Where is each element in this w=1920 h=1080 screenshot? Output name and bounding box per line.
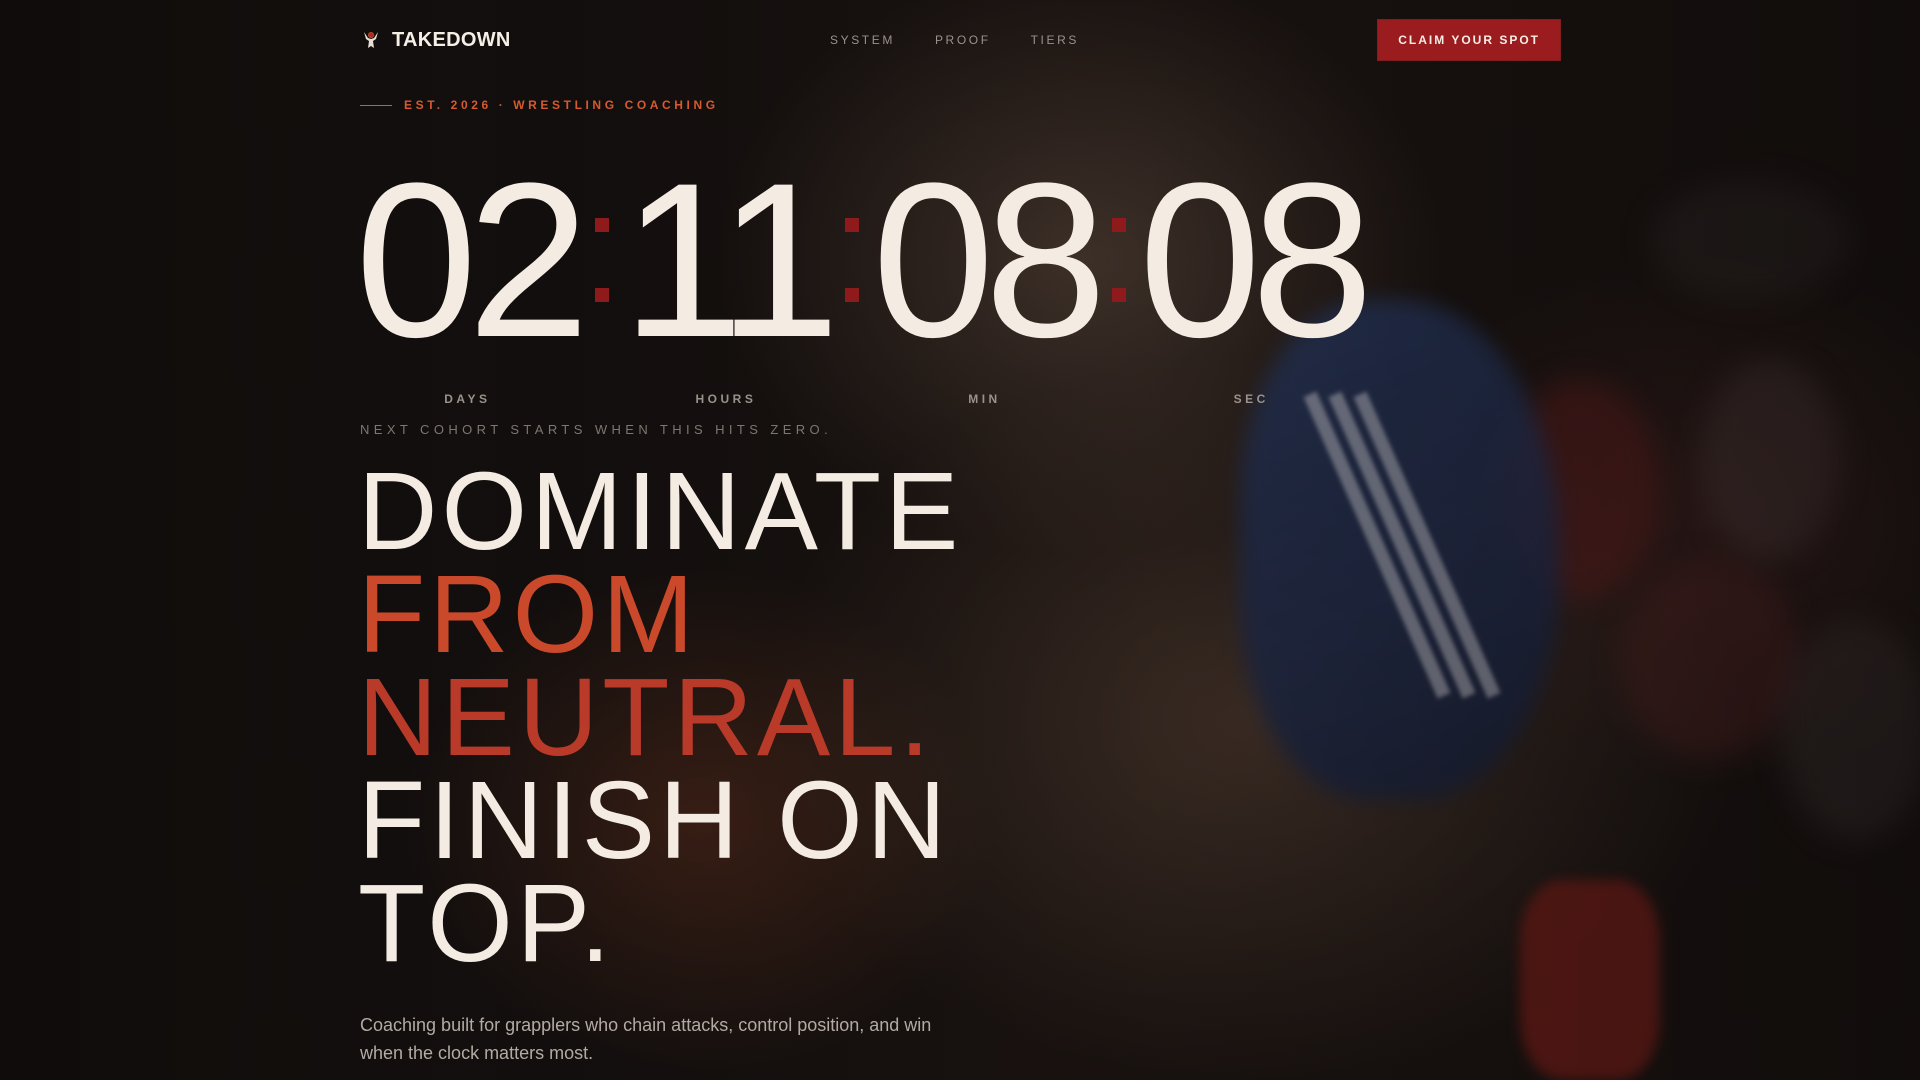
nav-links: SYSTEM PROOF TIERS [830, 33, 1079, 47]
countdown-separator [1103, 150, 1133, 370]
headline-line-1: DOMINATE [358, 450, 963, 573]
countdown-days-value: 02 [355, 137, 590, 383]
countdown-hours-value: 11 [621, 137, 840, 383]
countdown-timer: 02 DAYS 11 HOURS 08 MIN 08 SEC [355, 137, 1374, 406]
headline-line-5: TOP. [358, 862, 615, 985]
top-nav: TAKEDOWN SYSTEM PROOF TIERS CLAIM YOUR S… [360, 18, 1560, 62]
headline-line-2: FROM [358, 553, 698, 676]
eyebrow-rule [360, 104, 392, 106]
countdown-seconds-label: SEC [1233, 392, 1269, 406]
nav-link-tiers[interactable]: TIERS [1031, 33, 1079, 47]
nav-link-system[interactable]: SYSTEM [830, 33, 895, 47]
cohort-note: NEXT COHORT STARTS WHEN THIS HITS ZERO. [360, 422, 833, 437]
countdown-seconds: 08 SEC [1138, 137, 1374, 406]
hero-headline: DOMINATE FROM NEUTRAL. FINISH ON TOP. [358, 450, 963, 985]
countdown-seconds-value: 08 [1138, 137, 1374, 383]
countdown-hours-label: HOURS [695, 392, 757, 406]
wrestler-icon [360, 29, 382, 51]
brand-name: TAKEDOWN [392, 28, 511, 51]
claim-spot-button[interactable]: CLAIM YOUR SPOT [1378, 20, 1560, 60]
nav-link-proof[interactable]: PROOF [935, 33, 991, 47]
eyebrow-text: EST. 2026 · WRESTLING COACHING [404, 98, 719, 112]
hero-subtext: Coaching built for grapplers who chain a… [360, 1015, 932, 1063]
countdown-days: 02 DAYS [355, 137, 590, 406]
brand[interactable]: TAKEDOWN [360, 29, 511, 52]
countdown-separator [836, 150, 866, 370]
countdown-minutes: 08 MIN [872, 137, 1107, 406]
countdown-days-label: DAYS [444, 392, 491, 406]
headline-line-3: NEUTRAL. [358, 656, 934, 779]
countdown-separator [586, 150, 616, 370]
headline-line-4: FINISH ON [358, 759, 951, 882]
countdown-minutes-label: MIN [968, 392, 1001, 406]
countdown-hours: 11 HOURS [621, 137, 840, 406]
countdown-minutes-value: 08 [872, 137, 1107, 383]
eyebrow: EST. 2026 · WRESTLING COACHING [360, 98, 719, 112]
